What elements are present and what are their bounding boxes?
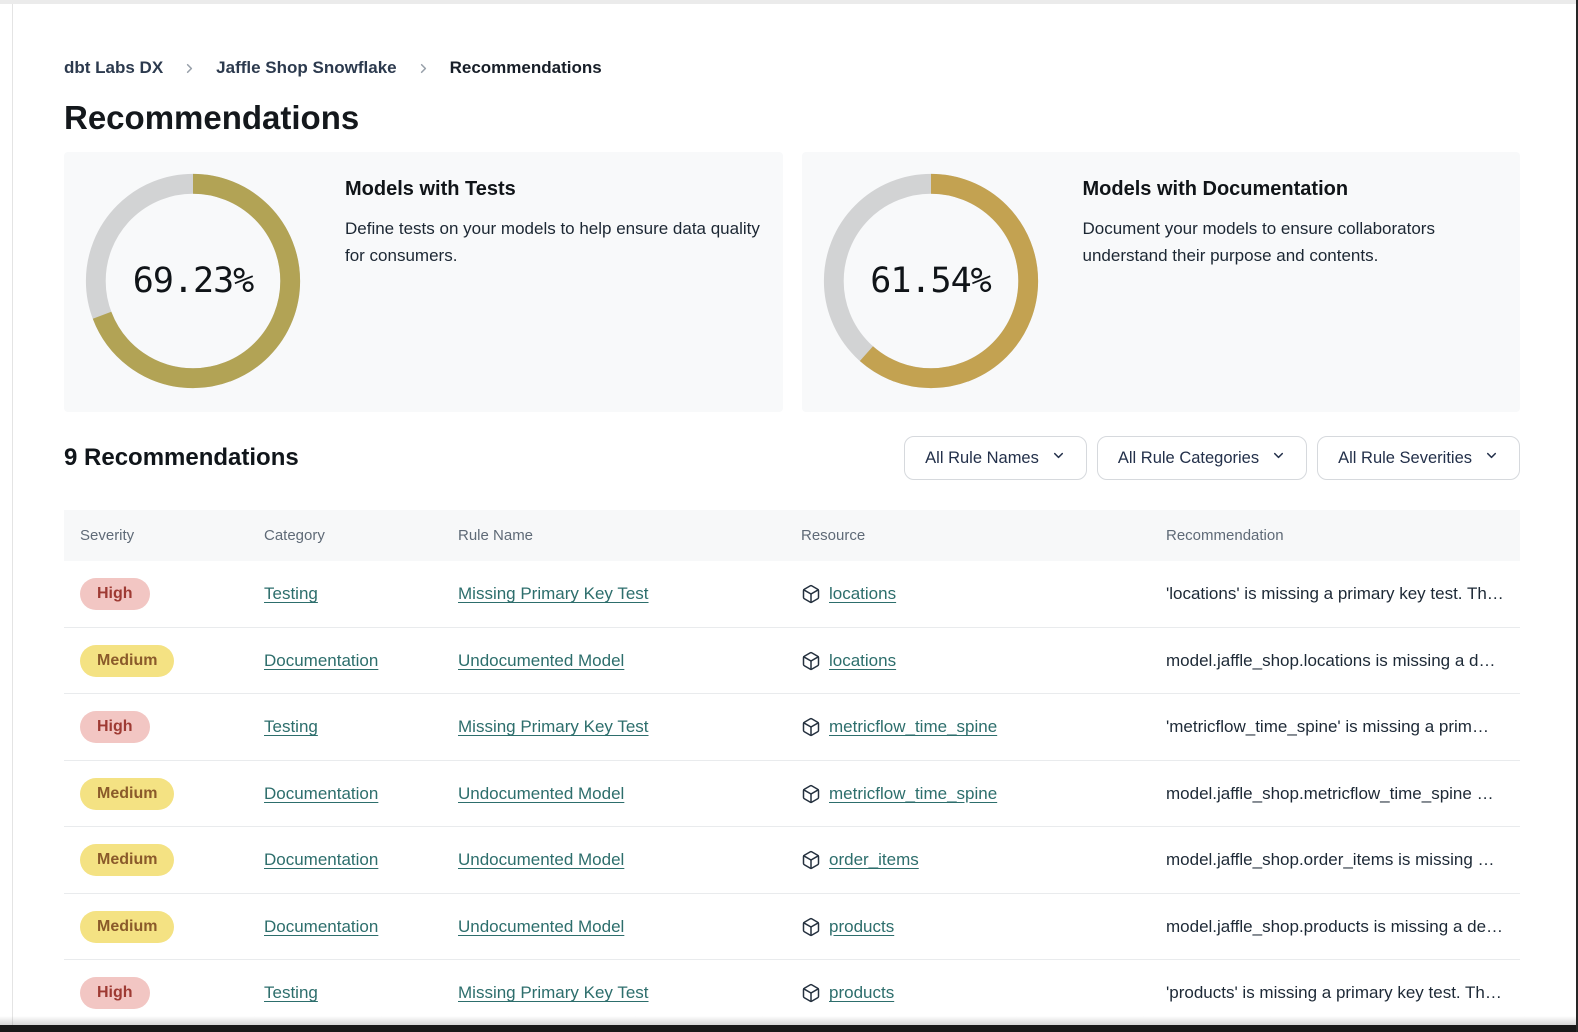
list-header: 9 Recommendations All Rule Names All Rul… — [64, 436, 1520, 480]
column-header-resource: Resource — [785, 527, 1150, 544]
window-top-strip — [0, 0, 1578, 4]
rule-severities-filter-label: All Rule Severities — [1338, 449, 1472, 468]
rule-name-link[interactable]: Undocumented Model — [458, 850, 624, 870]
package-icon — [801, 983, 821, 1003]
column-header-category: Category — [248, 527, 442, 544]
severity-badge: Medium — [80, 645, 174, 677]
rule-name-link[interactable]: Undocumented Model — [458, 784, 624, 804]
filter-bar: All Rule Names All Rule Categories All R… — [904, 436, 1520, 480]
recommendation-text: model.jaffle_shop.order_items is missing… — [1150, 850, 1520, 870]
recommendation-text: model.jaffle_shop.products is missing a … — [1150, 917, 1520, 937]
rule-severities-filter-dropdown[interactable]: All Rule Severities — [1317, 436, 1520, 480]
table-row: Medium Documentation Undocumented Model … — [64, 827, 1520, 894]
rule-name-link[interactable]: Missing Primary Key Test — [458, 717, 649, 737]
resource-link[interactable]: metricflow_time_spine — [829, 717, 997, 737]
chevron-down-icon — [1271, 448, 1286, 468]
rule-name-link[interactable]: Undocumented Model — [458, 917, 624, 937]
table-row: High Testing Missing Primary Key Test me… — [64, 694, 1520, 761]
table-body: High Testing Missing Primary Key Test lo… — [64, 561, 1520, 1027]
tests-card-description: Define tests on your models to help ensu… — [345, 216, 767, 269]
package-icon — [801, 584, 821, 604]
package-icon — [801, 651, 821, 671]
panel-left-border — [12, 4, 13, 1032]
recommendation-text: 'locations' is missing a primary key tes… — [1150, 584, 1520, 604]
recommendation-text: 'metricflow_time_spine' is missing a pri… — [1150, 717, 1520, 737]
models-with-tests-card: 69.23% Models with Tests Define tests on… — [64, 152, 783, 412]
rule-name-link[interactable]: Missing Primary Key Test — [458, 584, 649, 604]
category-link[interactable]: Testing — [264, 717, 318, 737]
tests-donut-chart: 69.23% — [85, 173, 301, 389]
resource-link[interactable]: locations — [829, 584, 896, 604]
category-link[interactable]: Testing — [264, 983, 318, 1003]
metric-cards: 69.23% Models with Tests Define tests on… — [64, 152, 1520, 412]
chevron-down-icon — [1051, 448, 1066, 468]
resource-link[interactable]: products — [829, 917, 894, 937]
breadcrumb-item-jaffle-shop-snowflake[interactable]: Jaffle Shop Snowflake — [216, 58, 396, 78]
severity-badge: High — [80, 711, 150, 743]
column-header-severity: Severity — [64, 527, 248, 544]
rule-categories-filter-dropdown[interactable]: All Rule Categories — [1097, 436, 1307, 480]
page-title: Recommendations — [64, 100, 1520, 136]
table-row: Medium Documentation Undocumented Model … — [64, 761, 1520, 828]
app-window: dbt Labs DX Jaffle Shop Snowflake Recomm… — [0, 0, 1578, 1032]
window-bottom-edge — [0, 1025, 1578, 1032]
documentation-card-description: Document your models to ensure collabora… — [1083, 216, 1473, 269]
bottom-fade — [0, 1016, 1578, 1025]
rule-names-filter-label: All Rule Names — [925, 449, 1039, 468]
rule-categories-filter-label: All Rule Categories — [1118, 449, 1259, 468]
category-link[interactable]: Documentation — [264, 784, 378, 804]
recommendations-table: Severity Category Rule Name Resource Rec… — [64, 510, 1520, 1027]
category-link[interactable]: Documentation — [264, 651, 378, 671]
resource-link[interactable]: locations — [829, 651, 896, 671]
table-row: Medium Documentation Undocumented Model … — [64, 894, 1520, 961]
severity-badge: Medium — [80, 844, 174, 876]
category-link[interactable]: Documentation — [264, 850, 378, 870]
column-header-recommendation: Recommendation — [1150, 527, 1520, 544]
severity-badge: High — [80, 977, 150, 1009]
table-header-row: Severity Category Rule Name Resource Rec… — [64, 510, 1520, 561]
recommendation-text: model.jaffle_shop.metricflow_time_spine … — [1150, 784, 1520, 804]
table-row: High Testing Missing Primary Key Test lo… — [64, 561, 1520, 628]
category-link[interactable]: Documentation — [264, 917, 378, 937]
main-content: dbt Labs DX Jaffle Shop Snowflake Recomm… — [64, 0, 1520, 1027]
documentation-card-title: Models with Documentation — [1083, 178, 1473, 201]
column-header-rule-name: Rule Name — [442, 527, 785, 544]
chevron-right-icon — [416, 61, 431, 76]
table-row: Medium Documentation Undocumented Model … — [64, 628, 1520, 695]
tests-percentage-value: 69.23% — [85, 173, 301, 389]
severity-badge: Medium — [80, 911, 174, 943]
recommendation-text: 'products' is missing a primary key test… — [1150, 983, 1520, 1003]
resource-link[interactable]: products — [829, 983, 894, 1003]
chevron-right-icon — [182, 61, 197, 76]
recommendations-count: 9 Recommendations — [64, 444, 299, 472]
tests-card-text: Models with Tests Define tests on your m… — [345, 152, 783, 412]
breadcrumb: dbt Labs DX Jaffle Shop Snowflake Recomm… — [64, 58, 1520, 78]
documentation-donut-chart: 61.54% — [823, 173, 1039, 389]
breadcrumb-item-dbt-labs-dx[interactable]: dbt Labs DX — [64, 58, 163, 78]
rule-names-filter-dropdown[interactable]: All Rule Names — [904, 436, 1087, 480]
documentation-card-text: Models with Documentation Document your … — [1083, 152, 1489, 412]
severity-badge: High — [80, 578, 150, 610]
models-with-documentation-card: 61.54% Models with Documentation Documen… — [802, 152, 1521, 412]
package-icon — [801, 850, 821, 870]
breadcrumb-item-recommendations: Recommendations — [450, 58, 602, 78]
severity-badge: Medium — [80, 778, 174, 810]
package-icon — [801, 784, 821, 804]
category-link[interactable]: Testing — [264, 584, 318, 604]
rule-name-link[interactable]: Missing Primary Key Test — [458, 983, 649, 1003]
package-icon — [801, 717, 821, 737]
documentation-percentage-value: 61.54% — [823, 173, 1039, 389]
package-icon — [801, 917, 821, 937]
recommendation-text: model.jaffle_shop.locations is missing a… — [1150, 651, 1520, 671]
rule-name-link[interactable]: Undocumented Model — [458, 651, 624, 671]
resource-link[interactable]: order_items — [829, 850, 919, 870]
chevron-down-icon — [1484, 448, 1499, 468]
tests-card-title: Models with Tests — [345, 178, 767, 201]
resource-link[interactable]: metricflow_time_spine — [829, 784, 997, 804]
